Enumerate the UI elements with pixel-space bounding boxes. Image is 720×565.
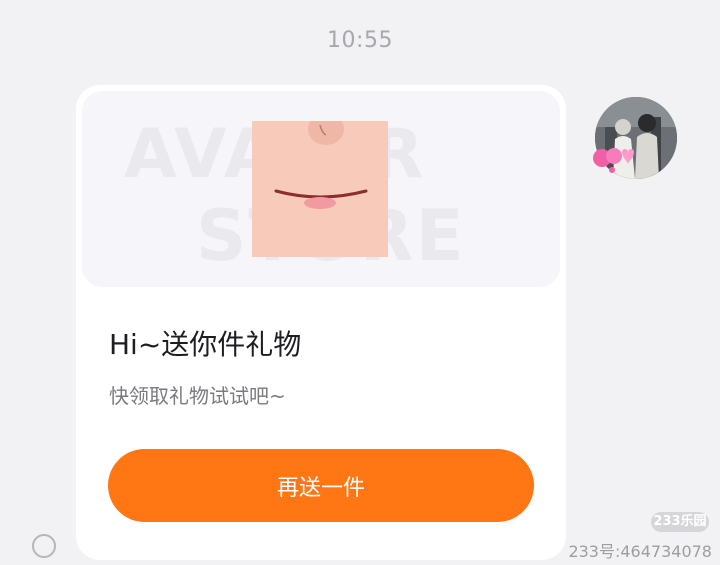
heart-badge-icon bbox=[593, 148, 634, 173]
watermark-logo: 233乐园 bbox=[651, 512, 709, 532]
message-timestamp: 10:55 bbox=[327, 28, 393, 53]
send-another-button[interactable]: 再送一件 bbox=[108, 449, 534, 522]
gift-message-card[interactable]: AVATAR STORE Hi~送你件礼物 快领取礼物试试吧~ 再送一件 bbox=[76, 85, 566, 560]
watermark-user-id: 233号:464734078 bbox=[568, 542, 712, 561]
status-ring-icon bbox=[32, 534, 56, 558]
gift-banner: AVATAR STORE bbox=[82, 91, 560, 287]
gift-subtitle: 快领取礼物试试吧~ bbox=[109, 384, 286, 408]
gift-item-image bbox=[252, 121, 388, 257]
gift-title: Hi~送你件礼物 bbox=[109, 328, 302, 361]
